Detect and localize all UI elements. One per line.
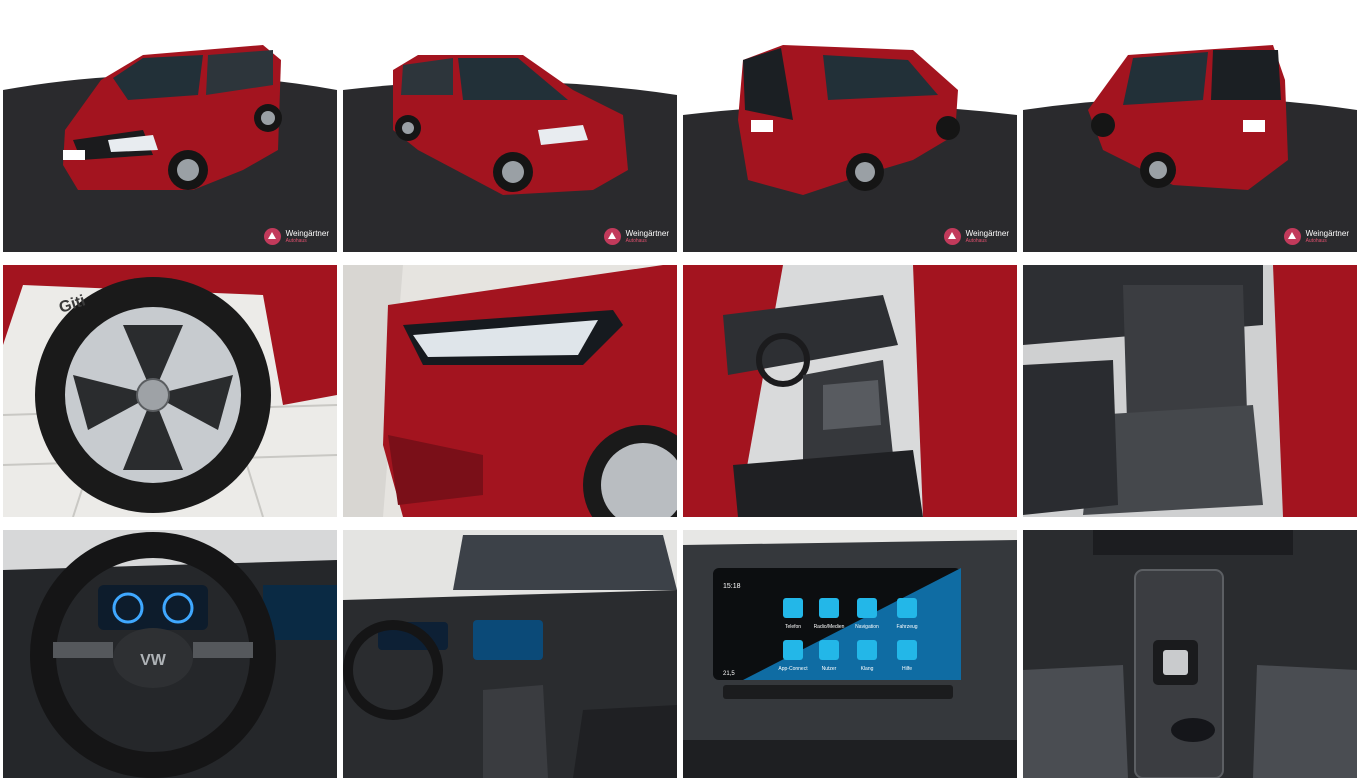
dealer-logo-icon: [943, 228, 961, 245]
dashboard-image: [343, 530, 677, 778]
app-label-fahrzeug: Fahrzeug: [896, 624, 917, 630]
app-label-radio: Radio/Medien: [814, 624, 845, 630]
gallery-photo-8[interactable]: [1023, 265, 1357, 517]
gallery-photo-9[interactable]: VW: [3, 530, 337, 778]
gallery-photo-5[interactable]: Giti: [3, 265, 337, 517]
app-label-klang: Klang: [861, 666, 874, 672]
watermark-sub: Autohaus: [965, 237, 987, 244]
app-label-app-connect: App-Connect: [778, 666, 808, 672]
photo-gallery: Weingärtner Autohaus Weingärtner Autohaus: [0, 0, 1364, 778]
passenger-seat-image: [1023, 265, 1357, 517]
steering-wheel-image: VW: [3, 530, 337, 778]
dealer-watermark: Weingärtner Autohaus: [943, 228, 1009, 245]
driver-interior-image: [683, 265, 1017, 517]
gallery-photo-6[interactable]: [343, 265, 677, 517]
app-label-telefon: Telefon: [785, 624, 801, 630]
dealer-watermark: Weingärtner Autohaus: [1283, 228, 1349, 245]
screen-temperature-text: 21,5: [723, 671, 735, 677]
car-front-right-image: [343, 0, 677, 252]
app-label-navigation: Navigation: [855, 624, 879, 630]
car-rear-right-image: [1023, 0, 1357, 252]
dealer-logo-icon: [1283, 228, 1301, 245]
watermark-name: Weingärtner: [625, 228, 669, 238]
dealer-logo-icon: [603, 228, 621, 245]
watermark-sub: Autohaus: [625, 237, 647, 244]
watermark-name: Weingärtner: [285, 228, 329, 238]
steering-badge-text: VW: [140, 652, 167, 669]
car-rear-left-image: [683, 0, 1017, 252]
app-label-hilfe: Hilfe: [902, 666, 912, 672]
wheel-image: Giti: [3, 265, 337, 517]
gallery-photo-11[interactable]: 15:18 21,5 Telefon Radio/Medien Navigati…: [683, 530, 1017, 778]
gallery-photo-10[interactable]: [343, 530, 677, 778]
infotainment-image: 15:18 21,5 Telefon Radio/Medien Navigati…: [683, 530, 1017, 778]
gallery-photo-1[interactable]: Weingärtner Autohaus: [3, 0, 337, 252]
gallery-photo-2[interactable]: Weingärtner Autohaus: [343, 0, 677, 252]
gallery-photo-7[interactable]: [683, 265, 1017, 517]
watermark-name: Weingärtner: [965, 228, 1009, 238]
app-label-nutzer: Nutzer: [822, 666, 837, 672]
dealer-logo-icon: [263, 228, 281, 245]
watermark-name: Weingärtner: [1305, 228, 1349, 238]
gallery-photo-12[interactable]: [1023, 530, 1357, 778]
dealer-watermark: Weingärtner Autohaus: [603, 228, 669, 245]
car-front-left-image: [3, 0, 337, 252]
gallery-photo-4[interactable]: Weingärtner Autohaus: [1023, 0, 1357, 252]
screen-clock-text: 15:18: [723, 583, 741, 590]
headlight-image: [343, 265, 677, 517]
watermark-sub: Autohaus: [285, 237, 307, 244]
watermark-sub: Autohaus: [1305, 237, 1327, 244]
dealer-watermark: Weingärtner Autohaus: [263, 228, 329, 245]
gallery-photo-3[interactable]: Weingärtner Autohaus: [683, 0, 1017, 252]
center-console-image: [1023, 530, 1357, 778]
